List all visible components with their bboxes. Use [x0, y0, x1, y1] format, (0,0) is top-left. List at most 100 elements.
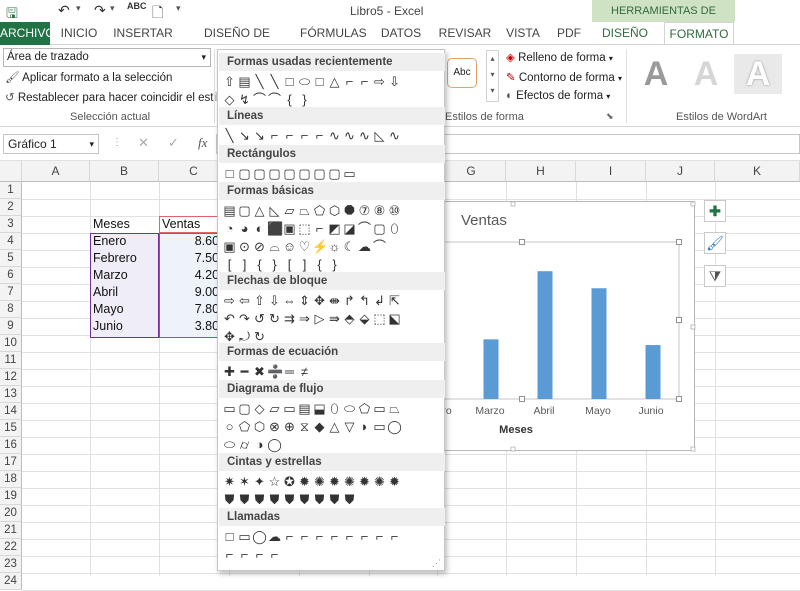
- row-header[interactable]: 19: [0, 488, 22, 505]
- row-header[interactable]: 7: [0, 284, 22, 301]
- shape-option-icon[interactable]: ⌐: [312, 128, 327, 144]
- shape-option-icon[interactable]: ♡: [297, 239, 312, 255]
- undo-icon[interactable]: ↶: [58, 2, 70, 19]
- shape-option-icon[interactable]: ◗: [357, 419, 372, 435]
- enter-icon[interactable]: ✓: [168, 135, 179, 151]
- shape-option-icon[interactable]: ∿: [327, 128, 342, 144]
- shape-option-icon[interactable]: ↶: [222, 311, 237, 327]
- row-header[interactable]: 8: [0, 301, 22, 318]
- name-box[interactable]: Gráfico 1 ▾: [3, 134, 99, 154]
- row-header[interactable]: 17: [0, 454, 22, 471]
- row-header[interactable]: 12: [0, 369, 22, 386]
- shape-option-icon[interactable]: ⇩: [267, 293, 282, 309]
- shape-option-icon[interactable]: ⛊: [252, 492, 267, 508]
- shape-option-icon[interactable]: ═: [282, 364, 297, 380]
- shape-option-icon[interactable]: ⑧: [372, 203, 387, 219]
- shape-option-icon[interactable]: ⛊: [267, 492, 282, 508]
- shape-option-icon[interactable]: ↰: [357, 293, 372, 309]
- shape-option-icon[interactable]: ◐: [252, 221, 267, 237]
- shape-option-icon[interactable]: ▢: [282, 166, 297, 182]
- shape-option-icon[interactable]: ▢: [252, 166, 267, 182]
- shape-option-icon[interactable]: ▭: [342, 166, 357, 182]
- shape-effects-button[interactable]: ◐ Efectos de forma ▾: [506, 90, 610, 102]
- shape-option-icon[interactable]: ◺: [267, 203, 282, 219]
- shape-option-icon[interactable]: ▷: [312, 311, 327, 327]
- shape-option-icon[interactable]: ⌒: [267, 92, 282, 108]
- shape-option-icon[interactable]: ⬠: [357, 401, 372, 417]
- shape-option-icon[interactable]: ⌐: [312, 529, 327, 545]
- shape-option-icon[interactable]: ▭: [372, 419, 387, 435]
- shape-option-icon[interactable]: ✹: [327, 474, 342, 490]
- shape-option-icon[interactable]: ✺: [372, 474, 387, 490]
- shape-option-icon[interactable]: ━: [237, 364, 252, 380]
- resize-grip-icon[interactable]: ⋰: [432, 558, 441, 569]
- shape-option-icon[interactable]: ⌐: [237, 547, 252, 563]
- shape-option-icon[interactable]: ⬙: [357, 311, 372, 327]
- row-header[interactable]: 11: [0, 352, 22, 369]
- shape-option-icon[interactable]: ╲: [267, 74, 282, 90]
- shape-option-icon[interactable]: ✹: [357, 474, 372, 490]
- column-header-h[interactable]: H: [506, 161, 576, 182]
- row-header[interactable]: 20: [0, 505, 22, 522]
- shape-outline-button[interactable]: ✎ Contorno de forma ▾: [506, 70, 622, 84]
- shape-option-icon[interactable]: ◕: [237, 221, 252, 237]
- shape-option-icon[interactable]: ◪: [342, 221, 357, 237]
- shape-option-icon[interactable]: ✖: [252, 364, 267, 380]
- shape-option-icon[interactable]: ↻: [267, 311, 282, 327]
- shape-option-icon[interactable]: }: [327, 257, 342, 273]
- shape-option-icon[interactable]: ⬠: [312, 203, 327, 219]
- shape-option-icon[interactable]: ⧖: [297, 419, 312, 435]
- shape-option-icon[interactable]: □: [222, 166, 237, 182]
- shape-option-icon[interactable]: ✦: [252, 474, 267, 490]
- row-header[interactable]: 23: [0, 556, 22, 573]
- shape-option-icon[interactable]: ⌐: [282, 529, 297, 545]
- shape-option-icon[interactable]: ⌐: [387, 529, 402, 545]
- column-header-g[interactable]: G: [437, 161, 506, 182]
- shape-option-icon[interactable]: ▢: [237, 401, 252, 417]
- row-header[interactable]: 4: [0, 233, 22, 250]
- shape-option-icon[interactable]: {: [252, 257, 267, 273]
- shape-option-icon[interactable]: ✷: [222, 474, 237, 490]
- shape-option-icon[interactable]: ☁: [267, 529, 282, 545]
- shape-option-icon[interactable]: ⇧: [222, 74, 237, 90]
- row-header[interactable]: 10: [0, 335, 22, 352]
- shape-option-icon[interactable]: ↺: [252, 311, 267, 327]
- shape-style-abc[interactable]: Abc: [447, 58, 477, 88]
- shape-option-icon[interactable]: ✥: [312, 293, 327, 309]
- shape-option-icon[interactable]: ⌓: [267, 239, 282, 255]
- shape-option-icon[interactable]: ⌐: [357, 74, 372, 90]
- cancel-icon[interactable]: ✕: [138, 135, 149, 151]
- shape-option-icon[interactable]: ⛊: [282, 492, 297, 508]
- shape-option-icon[interactable]: ]: [297, 257, 312, 273]
- cell-b4[interactable]: Enero: [90, 233, 129, 250]
- shape-option-icon[interactable]: ▢: [267, 166, 282, 182]
- shape-option-icon[interactable]: ⬭: [222, 437, 237, 453]
- shape-option-icon[interactable]: ◯: [267, 437, 282, 453]
- shape-option-icon[interactable]: ⯃: [342, 203, 357, 219]
- row-header[interactable]: 6: [0, 267, 22, 284]
- shape-option-icon[interactable]: }: [297, 92, 312, 108]
- shape-option-icon[interactable]: ⑩: [387, 203, 402, 219]
- shape-option-icon[interactable]: ⬡: [252, 419, 267, 435]
- shape-option-icon[interactable]: ⇧: [252, 293, 267, 309]
- column-header-j[interactable]: J: [646, 161, 715, 182]
- shape-option-icon[interactable]: ⛊: [297, 492, 312, 508]
- shape-option-icon[interactable]: ✺: [312, 474, 327, 490]
- wordart-style-2[interactable]: A: [682, 54, 730, 94]
- shape-option-icon[interactable]: ↱: [342, 293, 357, 309]
- shape-option-icon[interactable]: ▭: [372, 401, 387, 417]
- shape-option-icon[interactable]: ▢: [372, 221, 387, 237]
- shape-option-icon[interactable]: ⚡: [312, 239, 328, 255]
- insert-function-icon[interactable]: fx: [198, 135, 207, 151]
- shape-option-icon[interactable]: ⛊: [327, 492, 342, 508]
- row-header[interactable]: 21: [0, 522, 22, 539]
- shape-option-icon[interactable]: }: [267, 257, 282, 273]
- shape-option-icon[interactable]: ↘: [237, 128, 252, 144]
- row-header[interactable]: 13: [0, 386, 22, 403]
- tab-insertar[interactable]: INSERTAR: [112, 22, 174, 45]
- shape-option-icon[interactable]: ∿: [342, 128, 357, 144]
- shape-option-icon[interactable]: ◔: [222, 221, 237, 237]
- shape-option-icon[interactable]: ⌒: [357, 221, 372, 237]
- shape-option-icon[interactable]: ⏢: [297, 203, 312, 219]
- tab-vista[interactable]: VISTA: [502, 22, 544, 45]
